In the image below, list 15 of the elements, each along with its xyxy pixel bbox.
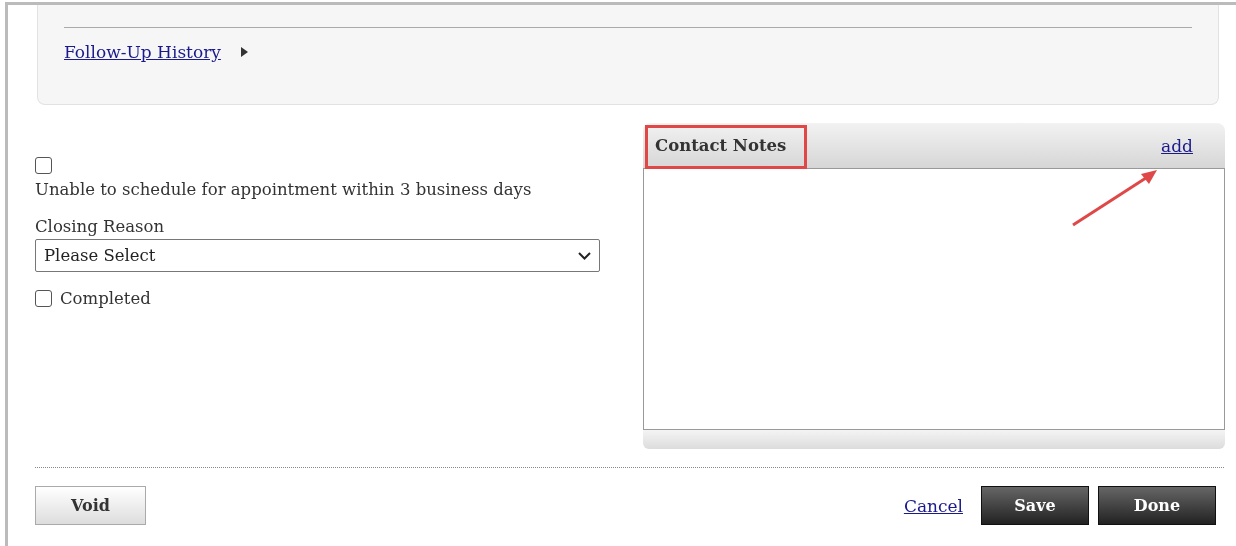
checkbox[interactable] [35,157,52,174]
history-link[interactable]: Follow-Up History [64,42,221,62]
void-button[interactable]: Void [35,486,146,525]
closing-reason-select[interactable]: Please Select [35,239,600,272]
checkbox-label: Completed [60,289,151,308]
cancel-link[interactable]: Cancel [903,495,963,516]
done-button[interactable]: Done [1098,486,1216,525]
add-link[interactable]: add [1161,135,1193,156]
checkbox[interactable] [35,290,52,307]
chevron-down-icon [578,251,591,260]
expand-triangle-icon[interactable] [240,47,248,57]
checkbox-label: Unable to schedule for appointment within 3 business days [35,180,533,199]
save-button[interactable]: Save [981,486,1089,525]
field-label: Closing Reason [35,217,166,236]
notes-title: Contact Notes [655,135,787,157]
